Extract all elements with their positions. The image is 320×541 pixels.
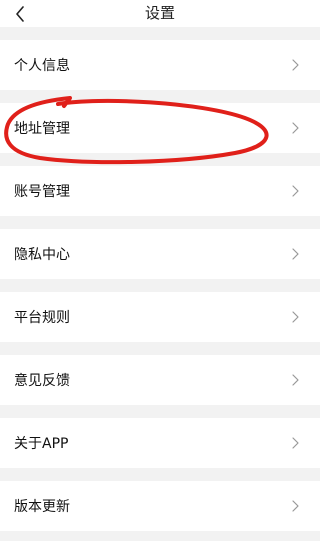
menu-item-label: 隐私中心 [14, 247, 70, 263]
chevron-right-icon [292, 437, 299, 449]
menu-item-account-management[interactable]: 账号管理 [0, 166, 320, 216]
chevron-right-icon [292, 122, 299, 134]
menu-item-privacy-center[interactable]: 隐私中心 [0, 229, 320, 279]
menu-item-version-update[interactable]: 版本更新 [0, 481, 320, 531]
menu-item-about-app[interactable]: 关于APP [0, 418, 320, 468]
menu-item-platform-rules[interactable]: 平台规则 [0, 292, 320, 342]
chevron-right-icon [292, 374, 299, 386]
menu-item-label: 关于APP [14, 436, 69, 452]
menu-item-personal-info[interactable]: 个人信息 [0, 40, 320, 90]
menu-item-feedback[interactable]: 意见反馈 [0, 355, 320, 405]
menu-item-label: 平台规则 [14, 310, 70, 326]
menu-item-label: 个人信息 [14, 58, 70, 74]
menu-item-label: 意见反馈 [14, 373, 70, 389]
chevron-right-icon [292, 248, 299, 260]
header-bar: 设置 [0, 0, 320, 27]
menu-item-address-management[interactable]: 地址管理 [0, 103, 320, 153]
page-title: 设置 [144, 4, 175, 22]
chevron-right-icon [292, 500, 299, 512]
chevron-right-icon [292, 311, 299, 323]
chevron-right-icon [292, 185, 299, 197]
menu-item-label: 地址管理 [14, 121, 70, 137]
chevron-right-icon [292, 59, 299, 71]
menu-item-label: 版本更新 [14, 499, 70, 515]
menu-item-label: 账号管理 [14, 184, 70, 200]
